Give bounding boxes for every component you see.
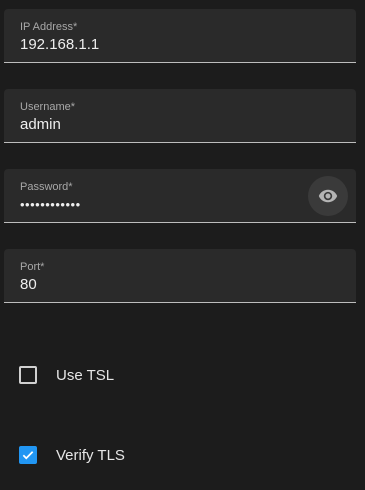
ip-address-field[interactable]: IP Address* 192.168.1.1 — [4, 9, 356, 63]
use-tsl-option[interactable]: Use TSL — [19, 366, 114, 384]
username-label: Username* — [20, 101, 76, 113]
port-label: Port* — [20, 261, 45, 273]
eye-icon — [318, 189, 338, 203]
username-input[interactable]: admin — [20, 116, 61, 133]
toggle-password-visibility-button[interactable] — [308, 176, 348, 216]
verify-tls-option[interactable]: Verify TLS — [19, 446, 125, 464]
password-input[interactable]: •••••••••••• — [20, 197, 81, 212]
port-field[interactable]: Port* 80 — [4, 249, 356, 303]
verify-tls-checkbox[interactable] — [19, 446, 37, 464]
username-field[interactable]: Username* admin — [4, 89, 356, 143]
ip-address-label: IP Address* — [20, 21, 78, 33]
port-input[interactable]: 80 — [20, 276, 37, 293]
password-field[interactable]: Password* •••••••••••• — [4, 169, 356, 223]
checkmark-icon — [22, 451, 34, 460]
use-tsl-label: Use TSL — [56, 366, 115, 384]
use-tsl-checkbox[interactable] — [19, 366, 37, 384]
password-label: Password* — [20, 181, 73, 193]
verify-tls-label: Verify TLS — [56, 446, 125, 464]
ip-address-input[interactable]: 192.168.1.1 — [20, 36, 99, 53]
